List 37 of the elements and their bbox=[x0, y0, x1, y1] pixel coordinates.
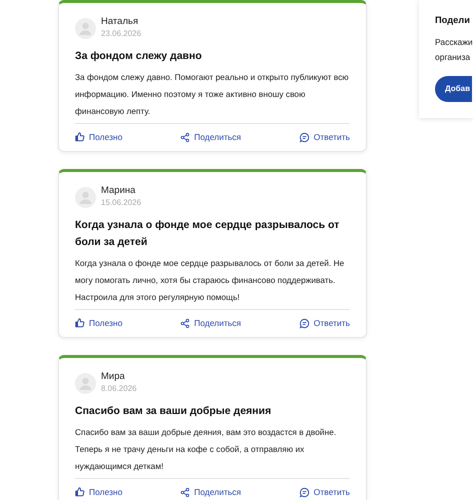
share-button[interactable]: Поделиться bbox=[180, 315, 242, 331]
share-icon bbox=[180, 132, 190, 142]
add-button[interactable]: Добав bbox=[435, 76, 472, 102]
share-icon bbox=[180, 318, 190, 328]
share-button[interactable]: Поделиться bbox=[180, 484, 242, 500]
avatar-icon bbox=[75, 18, 96, 38]
author-name: Мира bbox=[101, 371, 126, 383]
review-title: Когда узнала о фонде мое сердце разрывалось от боли за детей bbox=[75, 218, 340, 250]
review-date: 15.06.2026 bbox=[101, 197, 142, 209]
helpful-button[interactable]: Полезно bbox=[75, 315, 122, 331]
comment-icon bbox=[298, 486, 310, 498]
share-icon bbox=[180, 486, 190, 498]
review-text: Когда узнала о фонде мое сердце разрывалось от боли за детей. Не могу помогать лично, хотя бы стараюсь финансово поддерживать. Настроила для этого регулярную помощь! bbox=[75, 257, 346, 304]
review-date: 23.06.2026 bbox=[101, 28, 142, 40]
comment-icon bbox=[298, 132, 310, 142]
author-name: Наталья bbox=[101, 16, 140, 28]
avatar-icon bbox=[75, 186, 96, 208]
thumbs-up-icon bbox=[75, 132, 85, 142]
review-text: Спасибо вам за ваши добрые деяния, вам это воздастся в двойне. Теперь я не трачу деньги на кофе с собой, а отправляю их нуждающимся деткам! bbox=[75, 426, 338, 473]
panel-text: организа bbox=[435, 50, 470, 64]
review-text: За фондом слежу давно. Помогают реально и открыто публикуют всю информацию. Именно поэтому я тоже активно вношу свою финансовую лепту. bbox=[75, 71, 350, 118]
share-button[interactable]: Поделиться bbox=[180, 129, 242, 145]
thumbs-up-icon bbox=[75, 487, 85, 497]
reply-button[interactable]: Ответить bbox=[298, 129, 350, 145]
reply-button[interactable]: Ответить bbox=[298, 315, 350, 331]
thumbs-up-icon bbox=[75, 318, 85, 328]
panel-text: Расскажи bbox=[435, 36, 473, 49]
avatar-icon bbox=[75, 372, 96, 394]
helpful-button[interactable]: Полезно bbox=[75, 129, 122, 145]
helpful-button[interactable]: Полезно bbox=[75, 484, 122, 500]
panel-title: Подели bbox=[435, 14, 470, 27]
review-date: 8.06.2026 bbox=[101, 383, 137, 395]
comment-icon bbox=[298, 318, 310, 328]
review-title: Спасибо вам за ваши добрые деяния bbox=[75, 404, 272, 419]
review-title: За фондом слежу давно bbox=[75, 49, 203, 64]
reply-button[interactable]: Ответить bbox=[298, 484, 350, 500]
author-name: Марина bbox=[101, 185, 136, 197]
